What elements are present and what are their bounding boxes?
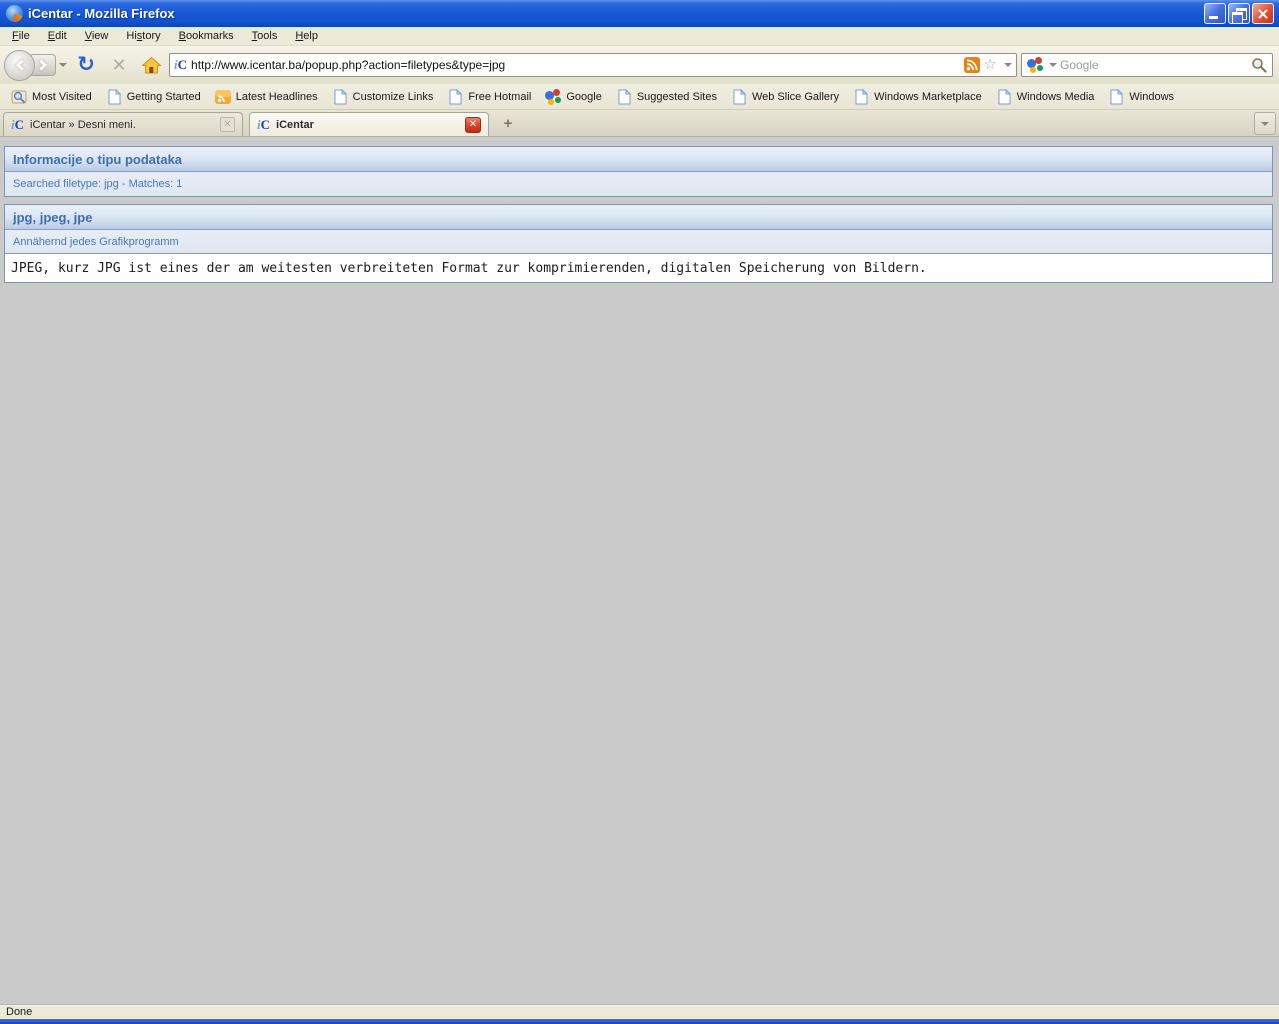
page-icon [332, 89, 348, 105]
home-button[interactable] [137, 57, 165, 74]
menu-bar: File Edit View History Bookmarks Tools H… [0, 27, 1279, 46]
history-dropdown-button[interactable] [59, 63, 67, 67]
bookmark-label: Windows [1129, 91, 1174, 103]
bookmark-most-visited[interactable]: Most Visited [5, 86, 98, 108]
bookmark-label: Google [566, 91, 601, 103]
search-box[interactable] [1021, 53, 1273, 77]
page-icon [996, 89, 1012, 105]
home-icon [142, 57, 161, 74]
back-button[interactable] [4, 50, 35, 81]
title-bar: iCentar - Mozilla Firefox [0, 0, 1279, 27]
status-text: Done [6, 1006, 32, 1018]
bookmark-label: Windows Marketplace [874, 91, 982, 103]
bookmark-label: Free Hotmail [468, 91, 531, 103]
menu-history[interactable]: History [117, 28, 169, 44]
tab-favicon: iC [257, 117, 270, 133]
tab-favicon: iC [11, 117, 24, 133]
filetype-section: jpg, jpeg, jpe Annähernd jedes Grafikpro… [4, 204, 1273, 283]
new-tab-button[interactable] [495, 113, 521, 135]
section-header: jpg, jpeg, jpe [5, 205, 1272, 230]
bookmark-windows-marketplace[interactable]: Windows Marketplace [847, 86, 988, 108]
google-icon [1027, 57, 1043, 73]
url-bar[interactable]: iC [169, 53, 1017, 77]
page-icon [616, 89, 632, 105]
page-icon [1108, 89, 1124, 105]
tab-icentar-active[interactable]: iC iCentar [249, 112, 489, 136]
page-icon [853, 89, 869, 105]
site-favicon: iC [174, 57, 187, 73]
search-input[interactable] [1060, 58, 1248, 72]
status-bar: Done [0, 1004, 1279, 1019]
search-engine-dropdown-button[interactable] [1049, 63, 1057, 67]
bookmark-label: Web Slice Gallery [752, 91, 839, 103]
bookmarks-toolbar: Most Visited Getting Started Latest Head… [0, 84, 1279, 110]
tab-label: iCentar [276, 119, 459, 131]
tab-label: iCentar » Desni meni. [30, 119, 214, 131]
restore-button[interactable] [1228, 3, 1250, 24]
menu-file[interactable]: File [3, 28, 39, 44]
tab-close-icon[interactable] [465, 117, 481, 133]
bookmark-label: Most Visited [32, 91, 92, 103]
window-controls [1204, 3, 1274, 24]
firefox-window: iCentar - Mozilla Firefox File Edit View… [0, 0, 1279, 1024]
most-visited-icon [11, 89, 27, 105]
tab-close-icon[interactable] [220, 117, 235, 132]
search-result-summary: Searched filetype: jpg - Matches: 1 [5, 172, 1272, 196]
bookmark-label: Suggested Sites [637, 91, 717, 103]
url-dropdown-button[interactable] [1004, 63, 1012, 67]
menu-tools[interactable]: Tools [243, 28, 287, 44]
filetype-description-row: JPEG, kurz JPG ist eines der am weiteste… [5, 254, 1272, 282]
menu-help[interactable]: Help [286, 28, 327, 44]
chevron-right-icon [35, 59, 46, 70]
url-input[interactable] [191, 55, 960, 75]
page-icon [106, 89, 122, 105]
section-header: Informacije o tipu podataka [5, 147, 1272, 172]
stop-button[interactable] [105, 50, 133, 80]
bookmark-label: Getting Started [127, 91, 201, 103]
reload-button[interactable] [71, 50, 101, 80]
tab-bar: iC iCentar » Desni meni. iC iCentar [0, 110, 1279, 137]
tab-list-dropdown-button[interactable] [1254, 112, 1276, 135]
google-icon [545, 89, 561, 105]
close-button[interactable] [1252, 3, 1274, 24]
bookmark-web-slice-gallery[interactable]: Web Slice Gallery [725, 86, 845, 108]
rss-icon [215, 89, 231, 105]
chevron-left-icon [15, 59, 26, 70]
firefox-icon [6, 5, 23, 22]
menu-view[interactable]: View [76, 28, 118, 44]
menu-bookmarks[interactable]: Bookmarks [170, 28, 243, 44]
bookmark-latest-headlines[interactable]: Latest Headlines [209, 86, 324, 108]
bookmark-label: Windows Media [1017, 91, 1095, 103]
bookmark-free-hotmail[interactable]: Free Hotmail [441, 86, 537, 108]
menu-edit[interactable]: Edit [39, 28, 76, 44]
window-bottom-edge [0, 1019, 1279, 1024]
rss-feed-icon[interactable] [964, 57, 980, 73]
bookmark-star-icon[interactable] [984, 57, 997, 73]
window-title: iCentar - Mozilla Firefox [28, 6, 1204, 21]
history-nav-cluster [4, 50, 67, 81]
bookmark-label: Customize Links [353, 91, 434, 103]
search-magnifier-icon[interactable] [1251, 57, 1267, 73]
tab-icentar-desni-meni[interactable]: iC iCentar » Desni meni. [3, 112, 243, 136]
bookmark-windows-media[interactable]: Windows Media [990, 86, 1101, 108]
page-content: Informacije o tipu podataka Searched fil… [0, 137, 1279, 1004]
bookmark-customize-links[interactable]: Customize Links [326, 86, 440, 108]
bookmark-getting-started[interactable]: Getting Started [100, 86, 207, 108]
bookmark-suggested-sites[interactable]: Suggested Sites [610, 86, 723, 108]
bookmark-windows[interactable]: Windows [1102, 86, 1180, 108]
filetype-program-row: Annähernd jedes Grafikprogramm [5, 230, 1272, 254]
minimize-button[interactable] [1204, 3, 1226, 24]
bookmark-google[interactable]: Google [539, 86, 607, 108]
page-icon [731, 89, 747, 105]
page-icon [447, 89, 463, 105]
info-section: Informacije o tipu podataka Searched fil… [4, 146, 1273, 197]
navigation-toolbar: iC [0, 46, 1279, 84]
bookmark-label: Latest Headlines [236, 91, 318, 103]
